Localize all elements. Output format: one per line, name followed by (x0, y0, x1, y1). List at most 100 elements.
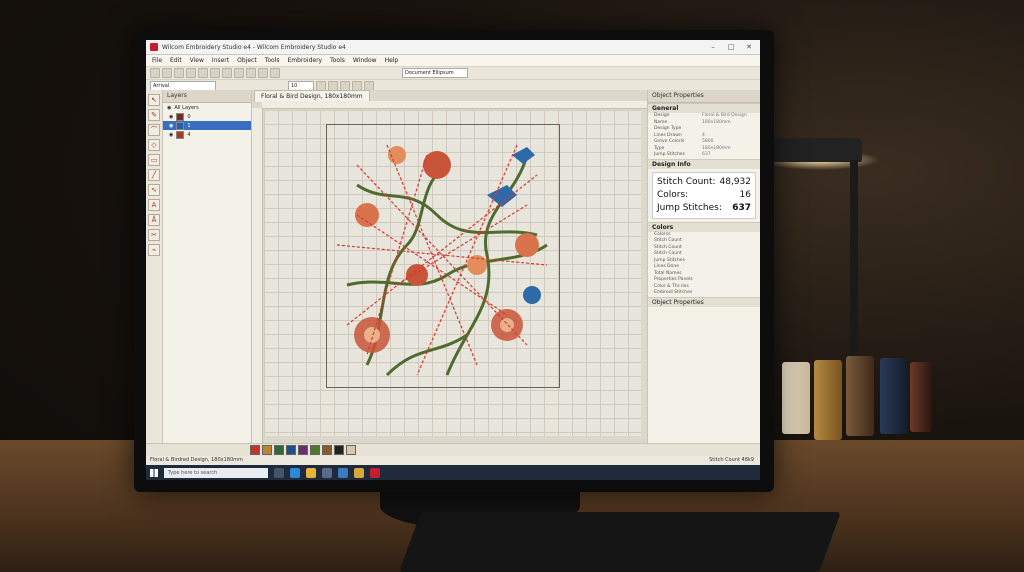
status-bar: Floral & Birdred Design, 180x180mm Stitc… (146, 456, 760, 465)
properties-title: Object Properties (648, 90, 760, 103)
design-info-section-header[interactable]: Design Info (648, 158, 760, 169)
layer-swatch (176, 112, 185, 121)
eye-icon[interactable]: ◉ (169, 123, 173, 129)
layer-label: 4 (187, 131, 191, 138)
wilcom-app-icon[interactable] (370, 467, 380, 478)
print-icon[interactable] (186, 68, 196, 78)
store-icon[interactable] (322, 467, 332, 478)
layer-root[interactable]: ◉ All Layers (163, 103, 251, 112)
taskbar: Type here to search (146, 465, 760, 480)
text-tool-icon[interactable]: A (148, 199, 160, 211)
undo-icon[interactable] (234, 68, 244, 78)
windows-start-icon[interactable] (150, 468, 158, 477)
palette-swatch[interactable] (334, 445, 344, 455)
thread-spool (782, 362, 810, 434)
maximize-button[interactable]: □ (724, 43, 738, 51)
line-tool-icon[interactable]: ╱ (148, 169, 160, 181)
reshape-tool-icon[interactable]: ✎ (148, 109, 160, 121)
knife-tool-icon[interactable]: ⌁ (148, 244, 160, 256)
menu-tools[interactable]: Tools (265, 57, 280, 64)
palette-swatch[interactable] (250, 445, 260, 455)
top-ruler (262, 101, 647, 109)
palette-swatch[interactable] (286, 445, 296, 455)
eye-icon[interactable]: ◉ (169, 114, 173, 120)
colors-label: Colors: (657, 189, 689, 200)
stitch-count-label: Stitch Count: (657, 176, 716, 187)
zoom-in-icon[interactable] (258, 68, 268, 78)
design-grid[interactable] (264, 110, 641, 436)
digitize-tool-icon[interactable]: ⌒ (148, 124, 160, 136)
property-row: Jump Stitches 637 (654, 152, 711, 157)
copy-icon[interactable] (210, 68, 220, 78)
general-section-header[interactable]: General (648, 103, 760, 113)
stitch-count-value: 48,932 (719, 176, 752, 187)
edge-icon[interactable] (290, 467, 300, 478)
thread-spool (880, 358, 908, 434)
embroidery-artwork[interactable] (327, 125, 559, 387)
close-button[interactable]: ✕ (742, 43, 756, 51)
lettering-tool-icon[interactable]: Å (148, 214, 160, 226)
color-palette (146, 443, 760, 456)
jump-stitches-label: Jump Stitches: (657, 202, 722, 213)
design-dropdown[interactable]: Document Ellipsum (402, 68, 468, 78)
task-view-icon[interactable] (274, 467, 284, 478)
keyboard (399, 512, 841, 572)
select-tool-icon[interactable]: ↖ (148, 94, 160, 106)
palette-swatch[interactable] (262, 445, 272, 455)
main-toolbar: Document Ellipsum (146, 67, 760, 80)
layers-panel-title: Layers (163, 90, 251, 103)
satin-tool-icon[interactable]: ◇ (148, 139, 160, 151)
menu-file[interactable]: File (152, 57, 162, 64)
menu-insert[interactable]: Insert (212, 57, 229, 64)
layer-label: 1 (187, 122, 191, 129)
menu-help[interactable]: Help (385, 57, 399, 64)
palette-swatch[interactable] (298, 445, 308, 455)
menu-edit[interactable]: Edit (170, 57, 182, 64)
layer-row[interactable]: ◉ 4 (163, 130, 251, 139)
layer-label: 0 (187, 113, 191, 120)
toolbox: ↖ ✎ ⌒ ◇ ▭ ╱ ∿ A Å ✂ ⌁ (146, 90, 163, 444)
menu-window[interactable]: Window (353, 57, 377, 64)
save-icon[interactable] (174, 68, 184, 78)
curve-tool-icon[interactable]: ∿ (148, 184, 160, 196)
colors-section-header[interactable]: Colors (648, 221, 760, 232)
status-left: Floral & Birdred Design, 180x180mm (150, 457, 243, 463)
palette-swatch[interactable] (310, 445, 320, 455)
layer-row-selected[interactable]: ◉ 1 (163, 121, 251, 130)
layer-swatch (176, 121, 185, 130)
eye-icon[interactable]: ◉ (169, 132, 173, 138)
object-properties-panel: Object Properties General Design Floral &… (647, 90, 760, 444)
thread-spool (846, 356, 874, 436)
minimize-button[interactable]: – (706, 43, 720, 51)
taskbar-search[interactable]: Type here to search (164, 467, 268, 478)
chrome-icon[interactable] (354, 467, 364, 478)
new-icon[interactable] (150, 68, 160, 78)
title-bar: Wilcom Embroidery Studio e4 - Wilcom Emb… (146, 40, 760, 55)
redo-icon[interactable] (246, 68, 256, 78)
open-icon[interactable] (162, 68, 172, 78)
eye-icon[interactable]: ◉ (167, 105, 171, 111)
scissors-tool-icon[interactable]: ✂ (148, 229, 160, 241)
window-title: Wilcom Embroidery Studio e4 - Wilcom Emb… (162, 43, 346, 51)
left-ruler (252, 108, 263, 444)
cut-icon[interactable] (198, 68, 208, 78)
jump-stitches-value: 637 (732, 202, 751, 213)
layers-panel: Layers ◉ All Layers ◉ 0 ◉ 1 ◉ 4 (163, 90, 252, 444)
menu-object[interactable]: Object (237, 57, 257, 64)
fill-tool-icon[interactable]: ▭ (148, 154, 160, 166)
mail-icon[interactable] (338, 467, 348, 478)
thread-spool (910, 362, 932, 432)
workspace: ↖ ✎ ⌒ ◇ ▭ ╱ ∿ A Å ✂ ⌁ Layers ◉ All Layer… (146, 90, 760, 444)
properties-footer: Object Properties (648, 296, 760, 307)
menu-view[interactable]: View (190, 57, 204, 64)
menu-tools-2[interactable]: Tools (330, 57, 345, 64)
layer-row[interactable]: ◉ 0 (163, 112, 251, 121)
palette-swatch[interactable] (274, 445, 284, 455)
palette-swatch[interactable] (322, 445, 332, 455)
palette-swatch[interactable] (346, 445, 356, 455)
layer-root-label: All Layers (174, 104, 199, 111)
explorer-icon[interactable] (306, 467, 316, 478)
menu-embroidery[interactable]: Embroidery (287, 57, 322, 64)
zoom-out-icon[interactable] (270, 68, 280, 78)
paste-icon[interactable] (222, 68, 232, 78)
